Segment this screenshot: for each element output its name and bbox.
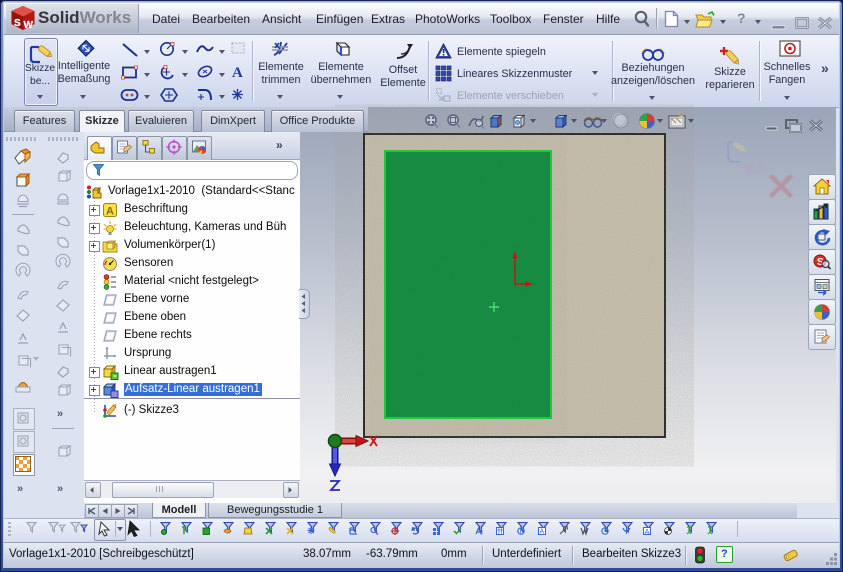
svg-text:N: N	[520, 529, 525, 536]
svg-text:√: √	[480, 530, 484, 537]
svg-text:A: A	[106, 206, 114, 218]
svg-text:S: S	[14, 18, 21, 29]
svg-text:W: W	[24, 20, 34, 31]
svg-text:A: A	[540, 529, 545, 536]
svg-text:A: A	[645, 527, 650, 536]
svg-text:A: A	[232, 65, 243, 81]
